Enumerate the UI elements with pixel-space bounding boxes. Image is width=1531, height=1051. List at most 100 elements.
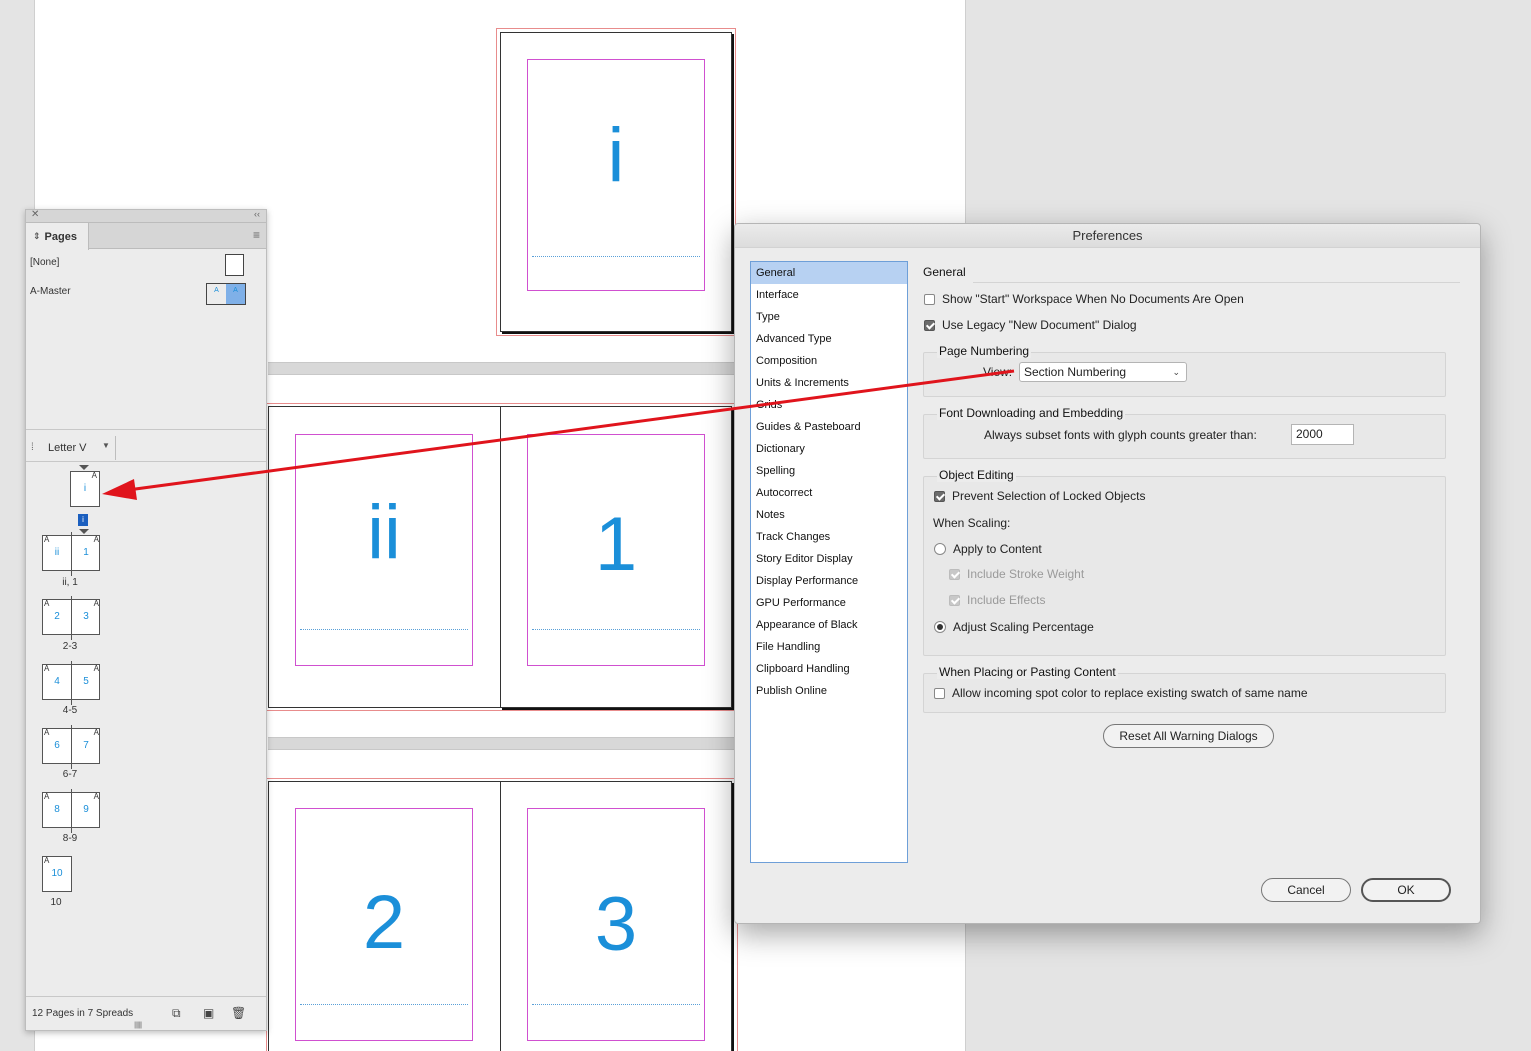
category-spelling[interactable]: Spelling (751, 460, 907, 482)
radio-circle[interactable] (934, 621, 946, 633)
page-number-ii: ii (367, 490, 401, 575)
category-dictionary[interactable]: Dictionary (751, 438, 907, 460)
trash-icon[interactable]: 🗑 (231, 1006, 246, 1020)
page-number: 10 (51, 868, 63, 879)
page-count: 12 Pages in 7 Spreads (32, 1008, 134, 1019)
master-prefix: A (44, 856, 50, 865)
checkbox-box[interactable] (924, 319, 935, 331)
category-story-editor-display[interactable]: Story Editor Display (751, 548, 907, 570)
page-number: 8 (54, 804, 60, 815)
checkbox-box[interactable] (949, 594, 960, 606)
baseline-guide (532, 1004, 700, 1005)
checkbox-box[interactable] (934, 490, 945, 502)
master-a[interactable]: A-Master (30, 286, 71, 297)
panel-menu-icon[interactable]: ≡ (253, 229, 260, 241)
reset-warning-dialogs-button[interactable]: Reset All Warning Dialogs (1103, 724, 1274, 748)
document-page-i[interactable]: i (500, 32, 732, 332)
dialog-title: Preferences (735, 224, 1480, 248)
font-downloading-title: Font Downloading and Embedding (937, 406, 1126, 420)
master-prefix: A (93, 535, 99, 544)
category-general[interactable]: General (751, 262, 907, 284)
prevent-selection-checkbox[interactable]: Prevent Selection of Locked Objects (934, 489, 1145, 503)
allow-spot-color-label: Allow incoming spot color to replace exi… (952, 686, 1308, 700)
master-prefix: A (93, 599, 99, 608)
when-scaling-label: When Scaling: (933, 516, 1011, 530)
new-page-icon[interactable]: ▣ (203, 1006, 214, 1020)
page-number: 3 (83, 611, 89, 622)
adjust-scaling-radio[interactable]: Adjust Scaling Percentage (934, 620, 1094, 634)
show-start-workspace-checkbox[interactable]: Show "Start" Workspace When No Documents… (924, 292, 1244, 306)
divider (115, 436, 116, 460)
ok-button[interactable]: OK (1361, 878, 1451, 902)
panel-title-bar[interactable]: ✕ ‹‹ (26, 209, 266, 223)
start-section-icon (79, 465, 89, 470)
baseline-guide (300, 1004, 468, 1005)
use-legacy-dialog-checkbox[interactable]: Use Legacy "New Document" Dialog (924, 318, 1137, 332)
checkbox-box[interactable] (924, 293, 935, 305)
category-display-performance[interactable]: Display Performance (751, 570, 907, 592)
category-notes[interactable]: Notes (751, 504, 907, 526)
include-effects-label: Include Effects (967, 593, 1046, 607)
category-list[interactable]: General Interface Type Advanced Type Com… (750, 261, 908, 863)
resize-grip-icon[interactable]: ||||||||| (134, 1022, 142, 1029)
category-advanced-type[interactable]: Advanced Type (751, 328, 907, 350)
category-guides-pasteboard[interactable]: Guides & Pasteboard (751, 416, 907, 438)
master-a-thumbnail[interactable]: A A (206, 283, 246, 305)
category-appearance-of-black[interactable]: Appearance of Black (751, 614, 907, 636)
category-grids[interactable]: Grids (751, 394, 907, 416)
apply-to-content-radio[interactable]: Apply to Content (934, 542, 1042, 556)
panel-splitter[interactable] (26, 429, 266, 430)
section-title: General (923, 265, 966, 279)
page-number: 9 (83, 804, 89, 815)
spread-thumbnail-4-5[interactable]: A 4 A 5 (42, 661, 100, 705)
spread-thumbnail-2-3[interactable]: A 2 A 3 (42, 596, 100, 640)
start-section-icon (79, 529, 89, 534)
baseline-guide (532, 629, 700, 630)
spread-thumbnail-8-9[interactable]: A 8 A 9 (42, 789, 100, 833)
category-type[interactable]: Type (751, 306, 907, 328)
category-publish-online[interactable]: Publish Online (751, 680, 907, 702)
spread-thumbnail-ii-1[interactable]: A ii A 1 (42, 532, 100, 576)
page-thumbnail-10[interactable]: A 10 (42, 856, 72, 892)
cancel-button[interactable]: Cancel (1261, 878, 1351, 902)
master-none-label: [None] (30, 257, 60, 268)
use-legacy-dialog-label: Use Legacy "New Document" Dialog (942, 318, 1137, 332)
page-number: 6 (54, 740, 60, 751)
baseline-guide (532, 256, 700, 257)
collapse-panel-icon[interactable]: ‹‹ (254, 209, 260, 219)
page-number-1: 1 (594, 502, 638, 587)
category-gpu-performance[interactable]: GPU Performance (751, 592, 907, 614)
radio-circle[interactable] (934, 543, 946, 555)
category-units-increments[interactable]: Units & Increments (751, 372, 907, 394)
document-page-1[interactable]: 1 (500, 406, 732, 708)
category-track-changes[interactable]: Track Changes (751, 526, 907, 548)
allow-spot-color-checkbox[interactable]: Allow incoming spot color to replace exi… (934, 686, 1308, 700)
category-file-handling[interactable]: File Handling (751, 636, 907, 658)
checkbox-box[interactable] (934, 687, 945, 699)
page-thumbnail-i[interactable]: A i (70, 471, 100, 507)
document-page-3[interactable]: 3 (500, 781, 732, 1051)
expand-arrows-icon[interactable]: ⇕ (33, 231, 41, 242)
page-size-dropdown[interactable]: Letter V (48, 442, 87, 454)
master-none[interactable]: [None] (30, 257, 59, 268)
glyph-count-input[interactable]: 2000 (1291, 424, 1354, 445)
include-effects-checkbox[interactable]: Include Effects (949, 593, 1046, 607)
edit-page-size-icon[interactable]: ⧉ (172, 1006, 181, 1021)
grip-icon[interactable]: ⁞ (31, 442, 34, 453)
close-icon[interactable]: ✕ (31, 209, 39, 220)
master-none-thumbnail[interactable] (225, 254, 244, 276)
document-page-ii[interactable]: ii (268, 406, 501, 708)
document-page-2[interactable]: 2 (268, 781, 501, 1051)
page-numbering-view-select[interactable]: Section Numbering ⌄ (1019, 362, 1187, 382)
category-interface[interactable]: Interface (751, 284, 907, 306)
tab-pages[interactable]: ⇕ Pages (26, 223, 89, 250)
master-prefix: A (44, 728, 50, 737)
checkbox-box[interactable] (949, 568, 960, 580)
category-clipboard-handling[interactable]: Clipboard Handling (751, 658, 907, 680)
object-editing-title: Object Editing (937, 468, 1016, 482)
include-stroke-weight-checkbox[interactable]: Include Stroke Weight (949, 567, 1084, 581)
category-composition[interactable]: Composition (751, 350, 907, 372)
category-autocorrect[interactable]: Autocorrect (751, 482, 907, 504)
spread-thumbnail-6-7[interactable]: A 6 A 7 (42, 725, 100, 769)
chevron-down-icon[interactable]: ▼ (102, 441, 110, 450)
